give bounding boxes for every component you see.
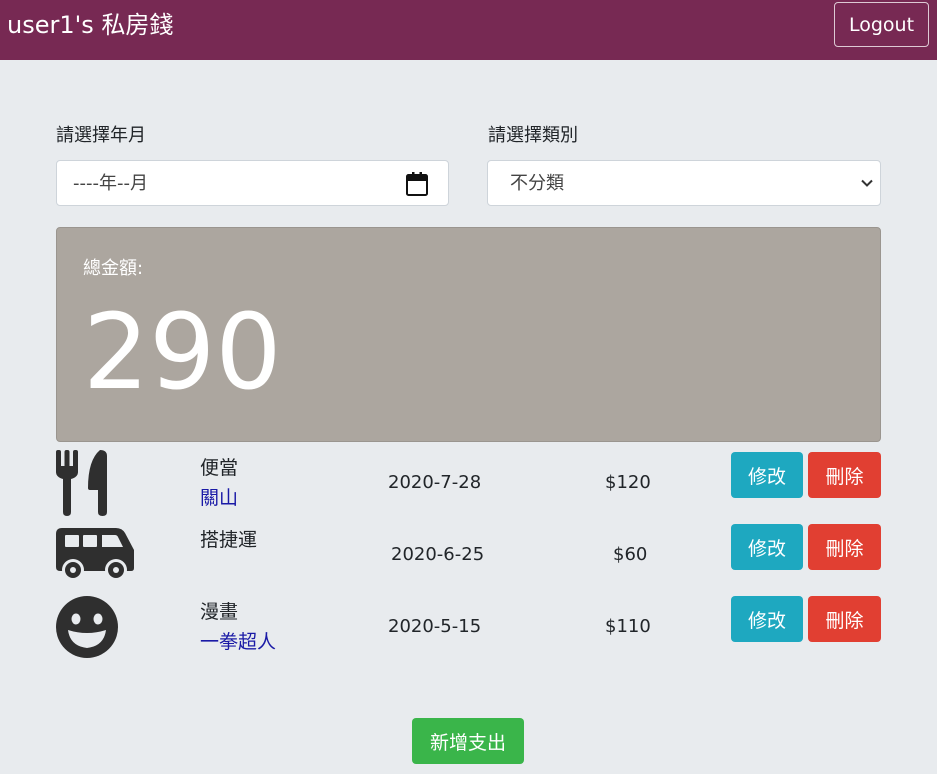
edit-button[interactable]: 修改	[731, 596, 803, 642]
total-value: 290	[83, 291, 282, 413]
expense-date: 2020-6-25	[391, 544, 485, 565]
app-title: user1's 私房錢	[7, 11, 174, 39]
category-select[interactable]: 不分類	[487, 160, 881, 206]
expense-note: 關山	[200, 487, 239, 509]
total-label: 總金額:	[83, 258, 144, 279]
month-input-value: ----年--月	[73, 173, 148, 194]
add-expense-button[interactable]: 新增支出	[412, 718, 524, 764]
calendar-icon[interactable]	[406, 172, 428, 196]
month-input[interactable]: ----年--月	[56, 160, 449, 206]
expense-amount: $110	[605, 616, 651, 637]
expense-date: 2020-7-28	[388, 472, 482, 493]
expense-row: 漫畫 一拳超人 2020-5-15 $110 修改 刪除	[0, 592, 937, 664]
delete-button[interactable]: 刪除	[808, 452, 881, 498]
expense-date: 2020-5-15	[388, 616, 482, 637]
van-icon	[56, 528, 134, 581]
month-label: 請選擇年月	[56, 125, 146, 146]
edit-button[interactable]: 修改	[731, 524, 803, 570]
delete-button[interactable]: 刪除	[808, 524, 881, 570]
navbar: user1's 私房錢 Logout	[0, 0, 937, 60]
category-select-value: 不分類	[510, 173, 564, 194]
grin-icon	[56, 596, 118, 658]
delete-button[interactable]: 刪除	[808, 596, 881, 642]
expense-name: 便當	[200, 457, 239, 479]
category-label: 請選擇類別	[488, 125, 578, 146]
edit-button[interactable]: 修改	[731, 452, 803, 498]
total-card: 總金額: 290	[56, 227, 881, 442]
expense-row: 搭捷運 2020-6-25 $60 修改 刪除	[0, 520, 937, 592]
expense-note: 一拳超人	[200, 631, 277, 653]
logout-button[interactable]: Logout	[834, 2, 929, 47]
expense-amount: $120	[605, 472, 651, 493]
utensils-icon	[56, 450, 107, 516]
expense-name: 搭捷運	[200, 529, 258, 551]
expense-name: 漫畫	[200, 601, 239, 623]
expense-amount: $60	[613, 544, 648, 565]
expense-row: 便當 關山 2020-7-28 $120 修改 刪除	[0, 448, 937, 520]
chevron-down-icon	[861, 179, 873, 187]
